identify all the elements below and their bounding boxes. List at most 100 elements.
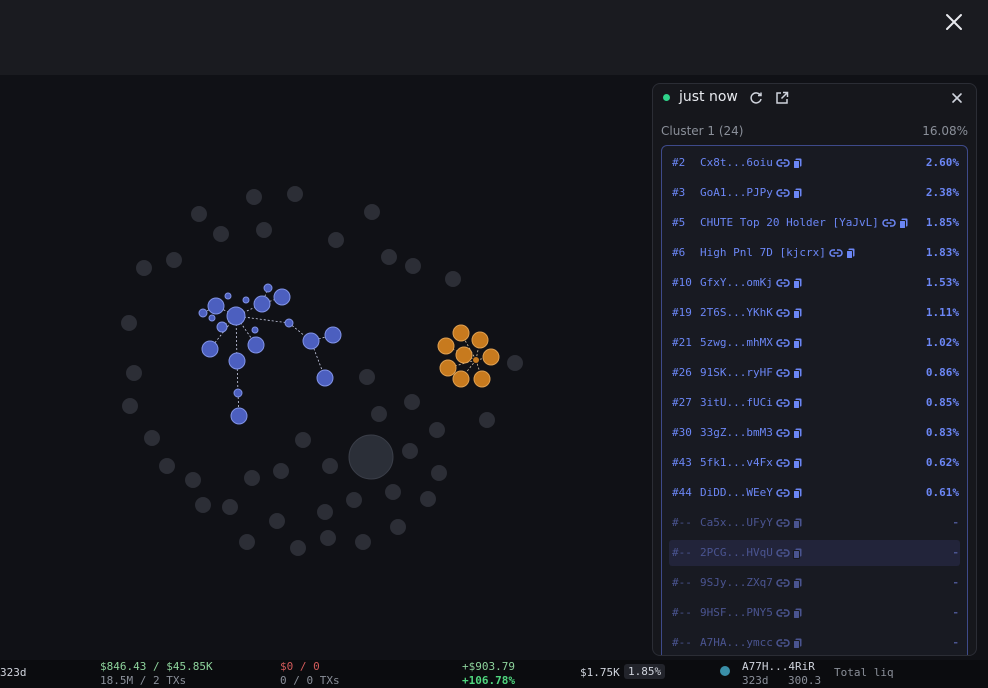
cluster-wallet-bubble[interactable] [455, 346, 473, 364]
cluster-wallet-bubble[interactable] [247, 336, 265, 354]
cluster-wallet-bubble[interactable] [471, 331, 489, 349]
cluster-wallet-bubble[interactable] [216, 321, 228, 333]
external-link-icon[interactable] [774, 90, 790, 106]
wallet-bubble[interactable] [402, 443, 418, 459]
link-icon[interactable] [776, 548, 790, 558]
wallet-bubble[interactable] [381, 249, 397, 265]
wallet-bubble[interactable] [295, 432, 311, 448]
copy-icon[interactable] [792, 578, 802, 589]
holder-name[interactable]: A7HA...ymcc [700, 630, 802, 655]
wallet-bubble[interactable] [364, 204, 380, 220]
wallet-bubble[interactable] [390, 519, 406, 535]
holder-name[interactable]: 3itU...fUCi [700, 390, 802, 416]
wallet-bubble[interactable] [159, 458, 175, 474]
holder-name[interactable]: 5zwg...mhMX [700, 330, 802, 356]
link-icon[interactable] [776, 338, 790, 348]
cluster-wallet-bubble[interactable] [273, 288, 291, 306]
holder-name[interactable]: High Pnl 7D [kjcrx] [700, 240, 855, 266]
wallet-bubble[interactable] [195, 497, 211, 513]
address-text[interactable]: A77H...4RiR [742, 660, 815, 673]
cluster-wallet-bubble[interactable] [198, 308, 208, 318]
cluster-wallet-bubble[interactable] [208, 314, 216, 322]
link-icon[interactable] [776, 608, 790, 618]
wallet-bubble[interactable] [371, 406, 387, 422]
copy-icon[interactable] [792, 548, 802, 559]
link-icon[interactable] [776, 308, 790, 318]
holder-row[interactable]: #3 GoA1...PJPy 2.38% [662, 180, 967, 206]
cluster-wallet-bubble[interactable] [302, 332, 320, 350]
holder-name[interactable]: 5fk1...v4Fx [700, 450, 802, 476]
wallet-bubble[interactable] [166, 252, 182, 268]
cluster-wallet-bubble[interactable] [437, 337, 455, 355]
wallet-bubble[interactable] [328, 232, 344, 248]
wallet-bubble[interactable] [507, 355, 523, 371]
wallet-bubble[interactable] [445, 271, 461, 287]
wallet-bubble[interactable] [213, 226, 229, 242]
wallet-bubble[interactable] [191, 206, 207, 222]
holder-row[interactable]: #-- Ca5x...UFyY - [662, 510, 967, 536]
holder-name[interactable]: CHUTE Top 20 Holder [YaJvL] [700, 210, 908, 236]
wallet-bubble[interactable] [185, 472, 201, 488]
holder-name[interactable]: GfxY...omKj [700, 270, 802, 296]
holder-row[interactable]: #44 DiDD...WEeY 0.61% [662, 480, 967, 506]
bubble-map-graph[interactable] [0, 75, 650, 663]
cluster-wallet-bubble[interactable] [473, 357, 479, 363]
wallet-bubble[interactable] [431, 465, 447, 481]
cluster-wallet-bubble[interactable] [253, 295, 271, 313]
copy-icon[interactable] [792, 518, 802, 529]
link-icon[interactable] [776, 638, 790, 648]
cluster-wallet-bubble[interactable] [263, 283, 273, 293]
holder-name[interactable]: GoA1...PJPy [700, 180, 802, 206]
copy-icon[interactable] [792, 638, 802, 649]
link-icon[interactable] [776, 578, 790, 588]
link-icon[interactable] [829, 248, 843, 258]
wallet-bubble[interactable] [126, 365, 142, 381]
copy-icon[interactable] [792, 368, 802, 379]
wallet-bubble[interactable] [359, 369, 375, 385]
holder-name[interactable]: Ca5x...UFyY [700, 510, 802, 536]
holder-list[interactable]: #2 Cx8t...6oiu 2.60% #3 GoA1...PJPy 2.38% #5 CH… [661, 145, 968, 655]
copy-icon[interactable] [792, 188, 802, 199]
link-icon[interactable] [776, 158, 790, 168]
holder-name[interactable]: 2PCG...HVqU [700, 540, 802, 566]
cluster-wallet-bubble[interactable] [207, 297, 225, 315]
holder-row[interactable]: #2 Cx8t...6oiu 2.60% [662, 150, 967, 176]
refresh-icon[interactable] [748, 90, 764, 106]
wallet-bubble[interactable] [222, 499, 238, 515]
liquidity-pool-bubble[interactable] [348, 434, 394, 480]
wallet-bubble[interactable] [121, 315, 137, 331]
wallet-bubble[interactable] [405, 258, 421, 274]
close-icon[interactable] [949, 90, 965, 106]
link-icon[interactable] [882, 218, 896, 228]
wallet-bubble[interactable] [246, 189, 262, 205]
cluster-wallet-bubble[interactable] [482, 348, 500, 366]
copy-icon[interactable] [792, 158, 802, 169]
link-icon[interactable] [776, 368, 790, 378]
cluster-wallet-bubble[interactable] [230, 407, 248, 425]
link-icon[interactable] [776, 398, 790, 408]
close-icon[interactable] [942, 10, 966, 34]
holder-row[interactable]: #10 GfxY...omKj 1.53% [662, 270, 967, 296]
copy-icon[interactable] [792, 488, 802, 499]
wallet-bubble[interactable] [287, 186, 303, 202]
wallet-bubble[interactable] [269, 513, 285, 529]
holder-row[interactable]: #19 2T6S...YKhK 1.11% [662, 300, 967, 326]
link-icon[interactable] [776, 458, 790, 468]
cluster-wallet-bubble[interactable] [316, 369, 334, 387]
wallet-bubble[interactable] [144, 430, 160, 446]
holder-row[interactable]: #-- 2PCG...HVqU - [669, 540, 960, 566]
holder-name[interactable]: Cx8t...6oiu [700, 150, 802, 176]
wallet-bubble[interactable] [239, 534, 255, 550]
wallet-bubble[interactable] [244, 470, 260, 486]
link-icon[interactable] [776, 428, 790, 438]
holder-name[interactable]: 2T6S...YKhK [700, 300, 802, 326]
wallet-bubble[interactable] [320, 530, 336, 546]
holder-row[interactable]: #-- A7HA...ymcc - [662, 630, 967, 655]
wallet-bubble[interactable] [346, 492, 362, 508]
link-icon[interactable] [776, 188, 790, 198]
holder-name[interactable]: 91SK...ryHF [700, 360, 802, 386]
wallet-bubble[interactable] [122, 398, 138, 414]
holder-row[interactable]: #30 33gZ...bmM3 0.83% [662, 420, 967, 446]
holder-row[interactable]: #5 CHUTE Top 20 Holder [YaJvL] 1.85% [662, 210, 967, 236]
cluster-wallet-bubble[interactable] [201, 340, 219, 358]
